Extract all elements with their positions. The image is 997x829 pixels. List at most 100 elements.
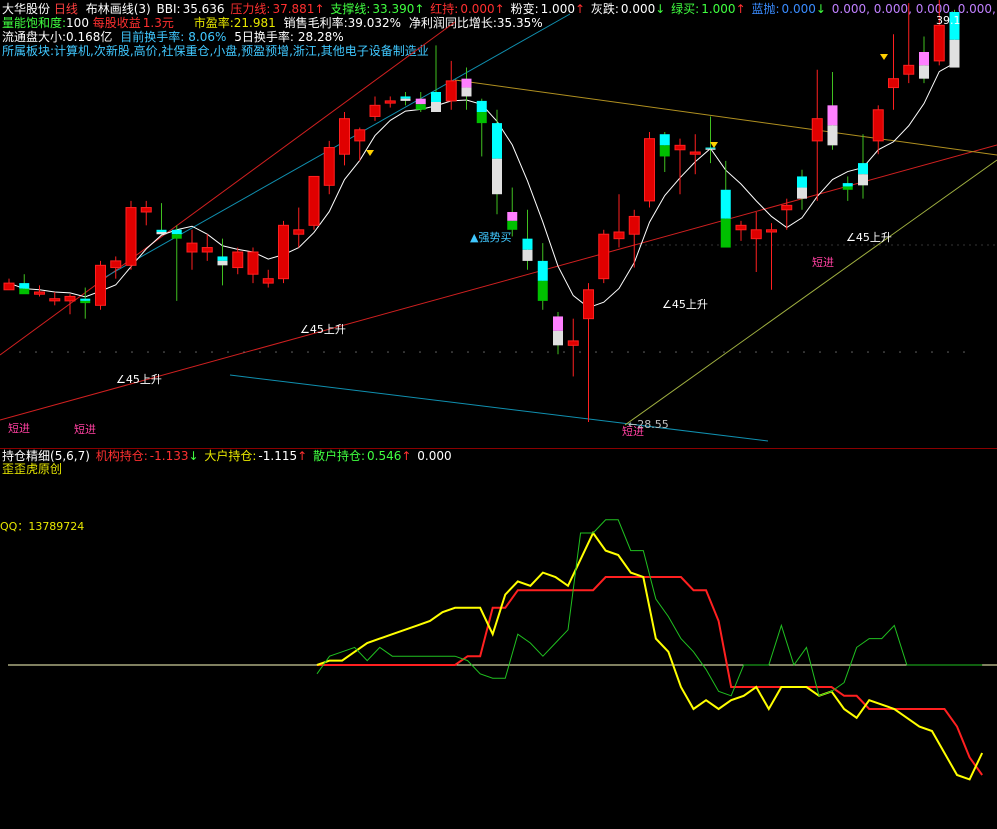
grid-dot — [515, 351, 517, 353]
candle-body-down-bottom — [80, 300, 91, 304]
candle-body-down-top — [858, 163, 868, 175]
grid-dot — [291, 351, 293, 353]
grid-dot — [547, 351, 549, 353]
candle — [522, 209, 533, 270]
grid-dot — [675, 244, 677, 246]
grid-dot — [355, 351, 357, 353]
grid-dot — [819, 244, 821, 246]
grid-dot — [693, 244, 695, 246]
candle — [933, 0, 945, 66]
candle-body-up — [781, 204, 793, 211]
candle-body-down-top — [461, 78, 472, 88]
grid-dot — [835, 351, 837, 353]
grid-dot — [861, 244, 863, 246]
grid-dot — [307, 351, 309, 353]
chart-canvas[interactable]: 短进 短进 短进短进∠45上升∠45上升∠45上升∠45上升▲强势买←28.5539… — [0, 0, 997, 829]
grid-dot — [669, 244, 671, 246]
candle-body-down-bottom — [659, 145, 670, 157]
candle — [842, 176, 853, 201]
candle — [384, 96, 396, 108]
short-entry-label: 短进 — [8, 421, 30, 435]
grid-dot — [951, 244, 953, 246]
candle-body-up — [95, 264, 106, 306]
grid-dot — [711, 244, 713, 246]
candle — [476, 98, 487, 157]
channel-line-cyan-low — [229, 374, 769, 442]
grid-dot — [651, 244, 653, 246]
candle-body-down-top — [507, 212, 518, 221]
grid-dot — [783, 244, 785, 246]
grid-dot — [825, 244, 827, 246]
grid-dot — [627, 351, 629, 353]
rise-45-label: ∠45上升 — [300, 323, 346, 336]
short-entry-label: 短进 — [812, 255, 834, 269]
grid-dot — [915, 244, 917, 246]
grid-dot — [747, 244, 749, 246]
grid-dot — [981, 244, 983, 246]
candle-body-down-bottom — [415, 104, 426, 110]
candle — [293, 207, 305, 248]
candle — [735, 220, 747, 241]
candle — [95, 260, 106, 310]
candle-body-down-bottom — [461, 87, 472, 97]
grid-dot — [467, 351, 469, 353]
candle — [110, 256, 122, 279]
candle-body-up — [354, 129, 366, 142]
grid-dot — [883, 351, 885, 353]
grid-dot — [687, 244, 689, 246]
grid-dot — [789, 244, 791, 246]
rise-45-label: ∠45上升 — [116, 373, 162, 386]
candle — [858, 134, 868, 199]
candle — [308, 175, 320, 230]
candle-body-down-top — [659, 134, 670, 146]
candle-body-down-bottom — [537, 280, 548, 301]
grid-dot — [531, 351, 533, 353]
grid-dot — [227, 351, 229, 353]
grid-dot — [51, 351, 53, 353]
candle-body-down-bottom — [171, 234, 182, 239]
candle-body-up — [598, 233, 610, 280]
candle — [156, 203, 167, 235]
candle-body-up — [766, 229, 777, 233]
grid-dot — [451, 351, 453, 353]
candle-body-down-top — [522, 238, 533, 250]
grid-dot — [717, 244, 719, 246]
candle-body-up — [933, 24, 945, 62]
candle-body-up — [308, 175, 320, 226]
candle-body-up — [445, 80, 457, 102]
grid-dot — [843, 244, 845, 246]
grid-dot — [163, 351, 165, 353]
grid-dot — [837, 244, 839, 246]
candle-body-down-top — [842, 183, 853, 187]
candle-body-up — [903, 64, 915, 75]
candle — [797, 169, 807, 210]
candle-body-up — [278, 224, 289, 280]
candle — [628, 209, 640, 268]
grid-dot — [903, 244, 905, 246]
grid-dot — [787, 351, 789, 353]
candle — [888, 34, 899, 110]
grid-dot — [795, 244, 797, 246]
grid-dot — [957, 244, 959, 246]
grid-dot — [19, 351, 21, 353]
grid-dot — [771, 351, 773, 353]
sell-marker-icon — [710, 142, 718, 148]
grid-dot — [873, 244, 875, 246]
candle — [19, 274, 30, 295]
grid-dot — [987, 244, 989, 246]
grid-dot — [963, 351, 965, 353]
candle — [400, 92, 411, 106]
candle-body-down-bottom — [858, 174, 868, 186]
grid-dot — [739, 351, 741, 353]
candle — [613, 194, 625, 248]
channel-line-olive — [454, 79, 997, 156]
grid-dot — [657, 244, 659, 246]
candle-body-down-top — [431, 92, 441, 102]
candle-body-up — [674, 144, 686, 151]
candle — [80, 287, 91, 319]
stock-chart-window: { "header": { "stock_name": "大华股份", "per… — [0, 0, 997, 829]
candle — [278, 220, 289, 284]
candle-body-down-bottom — [217, 260, 228, 266]
candle — [217, 238, 228, 286]
grid-dot — [643, 351, 645, 353]
